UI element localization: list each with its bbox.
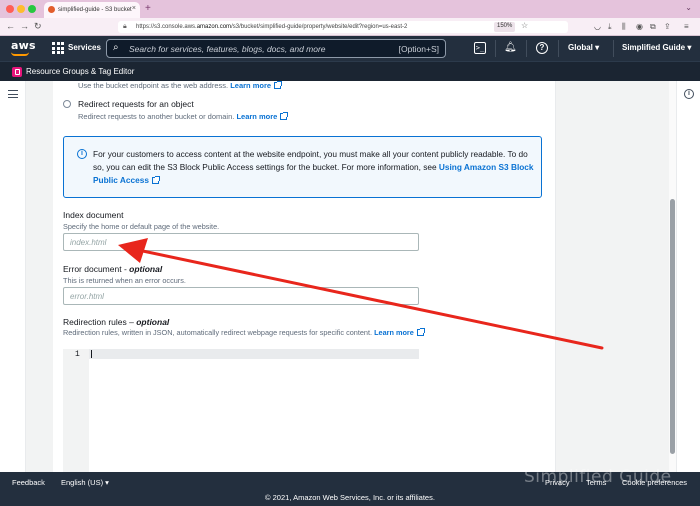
redirection-rules-learn-more-link[interactable]: Learn more bbox=[374, 328, 414, 337]
external-link-icon bbox=[280, 112, 289, 120]
tab-favicon-icon bbox=[48, 6, 55, 13]
browser-toolbar: ← → ↻ 🔒︎ https://s3.console.aws.amazon.c… bbox=[0, 18, 700, 36]
error-document-label-text: Error document - bbox=[63, 264, 130, 274]
new-tab-button[interactable]: + bbox=[145, 3, 151, 14]
nav-divider bbox=[526, 40, 527, 57]
menu-icon[interactable]: ≡ bbox=[684, 22, 689, 31]
hosting-learn-more-link[interactable]: Learn more bbox=[230, 81, 271, 90]
extensions-icon[interactable]: ⧉ bbox=[650, 22, 656, 32]
external-link-icon bbox=[274, 81, 283, 89]
zoom-level-badge[interactable]: 150% bbox=[494, 22, 516, 32]
share-icon[interactable]: ⇪ bbox=[664, 22, 671, 31]
redirect-desc-text: Redirect requests to another bucket or d… bbox=[78, 112, 235, 121]
tab-close-icon[interactable]: × bbox=[132, 5, 136, 12]
tab-list-chevron-icon[interactable]: ⌄ bbox=[685, 3, 692, 12]
redirection-rules-desc-text: Redirection rules, written in JSON, auto… bbox=[63, 328, 373, 337]
nav-divider bbox=[495, 40, 496, 57]
forward-arrow-icon[interactable]: → bbox=[20, 21, 29, 31]
window-maximize-button[interactable] bbox=[28, 5, 36, 13]
resource-groups-link[interactable]: Resource Groups & Tag Editor bbox=[26, 67, 134, 76]
aws-logo-smile bbox=[11, 52, 29, 56]
alert-message: For your customers to access content at … bbox=[93, 148, 538, 187]
hamburger-menu-icon[interactable] bbox=[8, 90, 18, 98]
error-document-optional: optional bbox=[129, 264, 163, 274]
cloudshell-icon[interactable]: >_ bbox=[474, 42, 486, 54]
sync-icon[interactable]: ◉ bbox=[636, 22, 643, 31]
external-link-icon bbox=[151, 176, 160, 184]
redirection-rules-optional: optional bbox=[136, 317, 170, 327]
url-domain: amazon.com bbox=[196, 24, 232, 30]
tab-title: simplified-guide - S3 bucket bbox=[58, 7, 132, 13]
index-document-input[interactable] bbox=[63, 233, 419, 251]
scrollbar-thumb[interactable] bbox=[670, 199, 675, 454]
info-panel-icon[interactable]: i bbox=[684, 89, 694, 99]
editor-caret bbox=[91, 350, 92, 358]
redirection-rules-description: Redirection rules, written in JSON, auto… bbox=[63, 328, 425, 337]
redirect-requests-radio[interactable] bbox=[63, 100, 71, 108]
pocket-icon[interactable]: ◡ bbox=[594, 22, 601, 31]
error-document-input[interactable] bbox=[63, 287, 419, 305]
aws-top-navigation: aws Services ⌕ [Option+S] >_ 🔔︎ ? Global… bbox=[0, 36, 700, 61]
url-prefix: https://s3.console.aws. bbox=[136, 24, 197, 30]
right-tools-rail: i bbox=[676, 81, 700, 472]
unified-search[interactable]: ⌕ [Option+S] bbox=[106, 39, 446, 58]
region-selector[interactable]: Global ▾ bbox=[568, 43, 599, 52]
editor-active-line bbox=[89, 349, 419, 359]
redirect-option-description: Redirect requests to another bucket or d… bbox=[78, 112, 289, 121]
hosting-type-description: Use the bucket endpoint as the web addre… bbox=[78, 81, 283, 90]
url-path: /s3/bucket/simplified-guide/property/web… bbox=[231, 24, 408, 30]
block-public-access-info-alert: i For your customers to access content a… bbox=[63, 136, 542, 198]
editor-line-gutter bbox=[63, 349, 89, 472]
redirect-learn-more-link[interactable]: Learn more bbox=[236, 112, 277, 121]
browser-tab[interactable]: simplified-guide - S3 bucket × bbox=[44, 2, 140, 18]
search-input[interactable] bbox=[129, 42, 379, 55]
static-website-hosting-form: Use the bucket endpoint as the web addre… bbox=[53, 81, 555, 472]
resource-groups-icon bbox=[12, 67, 22, 77]
error-document-description: This is returned when an error occurs. bbox=[63, 276, 186, 285]
reload-icon[interactable]: ↻ bbox=[34, 21, 42, 32]
download-icon[interactable]: ⤓ bbox=[608, 22, 612, 32]
library-icon[interactable]: ⫼ bbox=[622, 22, 626, 32]
editor-line-number: 1 bbox=[75, 350, 80, 359]
help-icon[interactable]: ? bbox=[536, 42, 548, 54]
hosting-desc-text: Use the bucket endpoint as the web addre… bbox=[78, 81, 229, 90]
lock-icon: 🔒︎ bbox=[123, 23, 127, 30]
bookmark-star-icon[interactable]: ☆ bbox=[521, 21, 528, 30]
services-menu-button[interactable]: Services bbox=[68, 43, 101, 52]
nav-divider bbox=[558, 40, 559, 57]
account-menu[interactable]: Simplified Guide ▾ bbox=[622, 43, 691, 52]
left-gutter bbox=[26, 81, 53, 472]
bell-icon[interactable]: 🔔︎ bbox=[504, 42, 517, 54]
redirection-rules-json-editor[interactable]: 1 bbox=[63, 349, 419, 472]
main-content: Use the bucket endpoint as the web addre… bbox=[0, 81, 700, 472]
aws-logo[interactable]: aws bbox=[11, 39, 36, 52]
search-icon: ⌕ bbox=[113, 42, 119, 53]
favorites-bar: Resource Groups & Tag Editor bbox=[0, 61, 700, 81]
right-gutter bbox=[555, 81, 669, 472]
index-document-label: Index document bbox=[63, 210, 124, 220]
watermark: Simplified Guide bbox=[524, 467, 672, 487]
redirection-rules-label: Redirection rules – optional bbox=[63, 317, 169, 327]
back-arrow-icon[interactable]: ← bbox=[6, 21, 15, 31]
index-document-description: Specify the home or default page of the … bbox=[63, 222, 220, 231]
redirection-rules-label-text: Redirection rules – bbox=[63, 317, 137, 327]
services-grid-icon[interactable] bbox=[52, 42, 64, 54]
search-shortcut-hint: [Option+S] bbox=[398, 44, 439, 54]
left-navigation-rail bbox=[0, 81, 26, 472]
language-selector[interactable]: English (US) ▾ bbox=[61, 478, 109, 487]
feedback-link[interactable]: Feedback bbox=[12, 478, 45, 487]
copyright-text: © 2021, Amazon Web Services, Inc. or its… bbox=[265, 493, 435, 502]
external-link-icon bbox=[416, 328, 425, 336]
error-document-label: Error document - optional bbox=[63, 264, 162, 274]
window-close-button[interactable] bbox=[6, 5, 14, 13]
window-minimize-button[interactable] bbox=[17, 5, 25, 13]
browser-tab-strip: simplified-guide - S3 bucket × + ⌄ bbox=[0, 0, 700, 18]
info-icon: i bbox=[77, 149, 87, 159]
redirect-requests-label[interactable]: Redirect requests for an object bbox=[78, 99, 194, 109]
nav-divider bbox=[613, 40, 614, 57]
